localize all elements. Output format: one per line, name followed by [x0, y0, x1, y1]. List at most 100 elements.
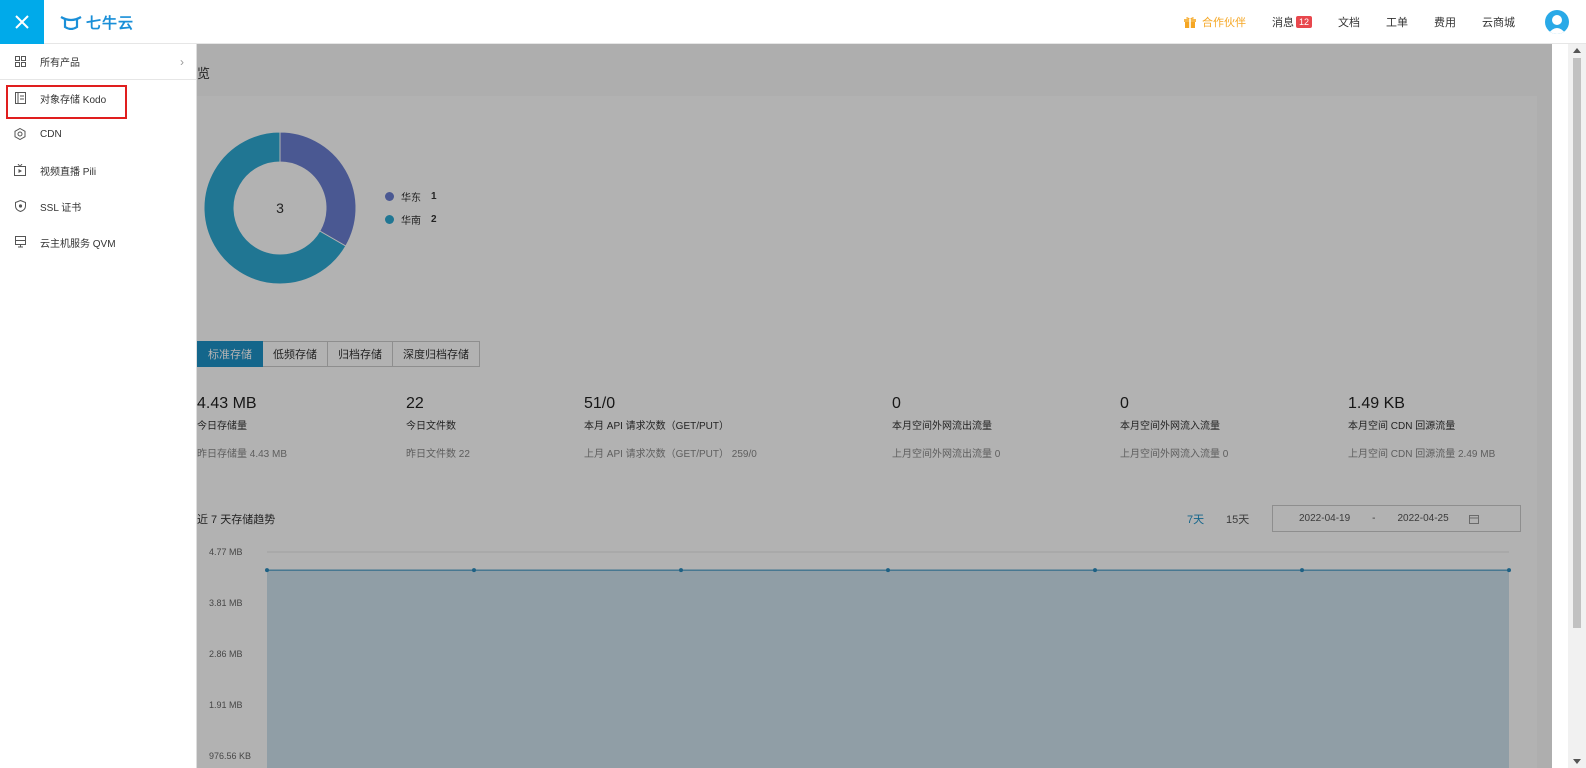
stat-cdn-origin-traffic: 1.49 KB 本月空间 CDN 回源流量 上月空间 CDN 回源流量 2.49… [1348, 395, 1495, 460]
marketplace-link[interactable]: 云商城 [1482, 14, 1515, 30]
storage-icon [14, 92, 26, 104]
stat-sub: 上月 API 请求次数（GET/PUT） 259/0 [584, 449, 757, 460]
logo-text: 七牛云 [86, 14, 135, 32]
partner-label: 合作伙伴 [1201, 17, 1246, 29]
stat-value: 0 [892, 395, 901, 412]
sidebar-item-label: 对象存储 Kodo [40, 94, 107, 106]
stat-label: 本月空间外网流入流量 [1120, 421, 1220, 432]
sidebar-item-pili[interactable]: 视频直播 Pili [0, 152, 196, 188]
legend-dot [385, 192, 394, 201]
product-sidebar: 所有产品 › 对象存储 Kodo CDN 视频直播 Pili SSL 证书 云主… [0, 44, 197, 768]
billing-link[interactable]: 费用 [1434, 14, 1456, 30]
stat-sub: 上月空间外网流入流量 0 [1120, 449, 1229, 460]
region-donut-chart: 3 [202, 130, 358, 286]
y-tick-label: 1.91 MB [209, 700, 243, 710]
sidebar-item-label: 所有产品 [40, 58, 80, 69]
legend-value: 1 [431, 191, 437, 202]
data-point[interactable] [1300, 568, 1304, 573]
stat-value: 22 [406, 395, 424, 412]
tab-deep-archive-storage[interactable]: 深度归档存储 [393, 341, 480, 367]
messages-link[interactable]: 消息 12 [1272, 14, 1312, 30]
range-7-days-button[interactable]: 7天 [1187, 511, 1204, 527]
close-menu-button[interactable] [0, 0, 44, 44]
range-15-days-button[interactable]: 15天 [1226, 511, 1249, 527]
qiniu-logo-icon [60, 16, 82, 30]
data-point[interactable] [472, 568, 476, 573]
stat-label: 本月 API 请求次数（GET/PUT） [584, 421, 730, 432]
stat-label: 今日文件数 [406, 421, 456, 432]
live-video-icon [14, 164, 26, 176]
stat-today-files: 22 今日文件数 昨日文件数 22 [406, 395, 470, 460]
billing-label: 费用 [1434, 17, 1456, 29]
gift-icon [1183, 17, 1196, 28]
top-right-menu: 合作伙伴 消息 12 文档 工单 费用 云商城 [1158, 0, 1586, 44]
tab-archive-storage[interactable]: 归档存储 [328, 341, 393, 367]
partner-link[interactable]: 合作伙伴 [1183, 14, 1246, 30]
legend-item[interactable]: 华东 1 [385, 185, 437, 208]
ssl-shield-icon [14, 200, 26, 212]
stat-label: 本月空间 CDN 回源流量 [1348, 421, 1456, 432]
stat-label: 本月空间外网流出流量 [892, 421, 992, 432]
user-icon [1548, 15, 1566, 34]
stat-label: 今日存储量 [197, 421, 247, 432]
marketplace-label: 云商城 [1482, 17, 1515, 29]
sidebar-item-ssl[interactable]: SSL 证书 [0, 188, 196, 224]
tickets-label: 工单 [1386, 17, 1408, 29]
legend-value: 2 [431, 214, 437, 225]
chevron-right-icon: › [180, 55, 184, 69]
date-separator: - [1372, 513, 1376, 524]
sidebar-item-kodo[interactable]: 对象存储 Kodo [0, 80, 196, 116]
date-range-picker[interactable]: 2022-04-19 - 2022-04-25 [1272, 505, 1521, 532]
calendar-icon [1468, 514, 1479, 524]
page-scrollbar[interactable] [1568, 44, 1586, 768]
scroll-thumb[interactable] [1573, 58, 1581, 628]
stat-sub: 上月空间外网流出流量 0 [892, 449, 1001, 460]
sidebar-item-label: CDN [40, 128, 62, 140]
server-icon [14, 236, 26, 248]
stat-outbound-traffic: 0 本月空间外网流出流量 上月空间外网流出流量 0 [892, 395, 1000, 460]
scroll-up-arrow[interactable] [1573, 48, 1581, 53]
sidebar-item-qvm[interactable]: 云主机服务 QVM [0, 224, 196, 260]
data-point[interactable] [679, 568, 683, 573]
tab-standard-storage[interactable]: 标准存储 [197, 341, 263, 367]
storage-type-tabs: 标准存储 低频存储 归档存储 深度归档存储 [197, 341, 480, 367]
stat-inbound-traffic: 0 本月空间外网流入流量 上月空间外网流入流量 0 [1120, 395, 1228, 460]
tab-infrequent-storage[interactable]: 低频存储 [263, 341, 328, 367]
donut-legend: 华东 1 华南 2 [385, 185, 437, 231]
message-count-badge: 12 [1295, 16, 1312, 28]
main-content: 览 3 华东 1 华南 2 标准存储 低频存储 归档存储 深度归档存储 4.43… [197, 44, 1552, 768]
docs-label: 文档 [1338, 17, 1360, 29]
y-tick-label: 3.81 MB [209, 598, 243, 608]
messages-label: 消息 [1271, 17, 1294, 29]
data-point[interactable] [1507, 568, 1511, 573]
sidebar-item-all-products[interactable]: 所有产品 › [0, 44, 196, 80]
y-tick-label: 4.77 MB [209, 547, 243, 557]
legend-label: 华南 [401, 216, 421, 227]
sidebar-item-label: 视频直播 Pili [40, 166, 97, 178]
sidebar-item-cdn[interactable]: CDN [0, 116, 196, 152]
user-avatar[interactable] [1545, 10, 1569, 34]
legend-dot [385, 215, 394, 224]
date-start[interactable]: 2022-04-19 [1299, 513, 1350, 524]
grid-icon [14, 56, 26, 68]
data-point[interactable] [1093, 568, 1097, 573]
data-point[interactable] [886, 568, 890, 573]
stat-value: 4.43 MB [197, 395, 257, 412]
legend-item[interactable]: 华南 2 [385, 208, 437, 231]
date-end[interactable]: 2022-04-25 [1398, 513, 1449, 524]
docs-link[interactable]: 文档 [1338, 14, 1360, 30]
tickets-link[interactable]: 工单 [1386, 14, 1408, 30]
stat-value: 51/0 [584, 395, 616, 412]
sidebar-item-label: 云主机服务 QVM [40, 238, 116, 250]
top-navigation-bar: 七牛云 合作伙伴 消息 12 文档 工单 费用 云商城 [0, 0, 1586, 44]
legend-label: 华东 [401, 193, 421, 204]
donut-segment[interactable] [279, 131, 357, 247]
qiniu-logo[interactable]: 七牛云 [60, 12, 134, 32]
y-tick-label: 2.86 MB [209, 649, 243, 659]
data-point[interactable] [265, 568, 269, 573]
scroll-down-arrow[interactable] [1573, 759, 1581, 764]
stat-today-storage: 4.43 MB 今日存储量 昨日存储量 4.43 MB [197, 395, 287, 460]
stat-sub: 昨日文件数 22 [406, 449, 470, 460]
close-icon [15, 15, 29, 29]
series-area [267, 570, 1509, 768]
